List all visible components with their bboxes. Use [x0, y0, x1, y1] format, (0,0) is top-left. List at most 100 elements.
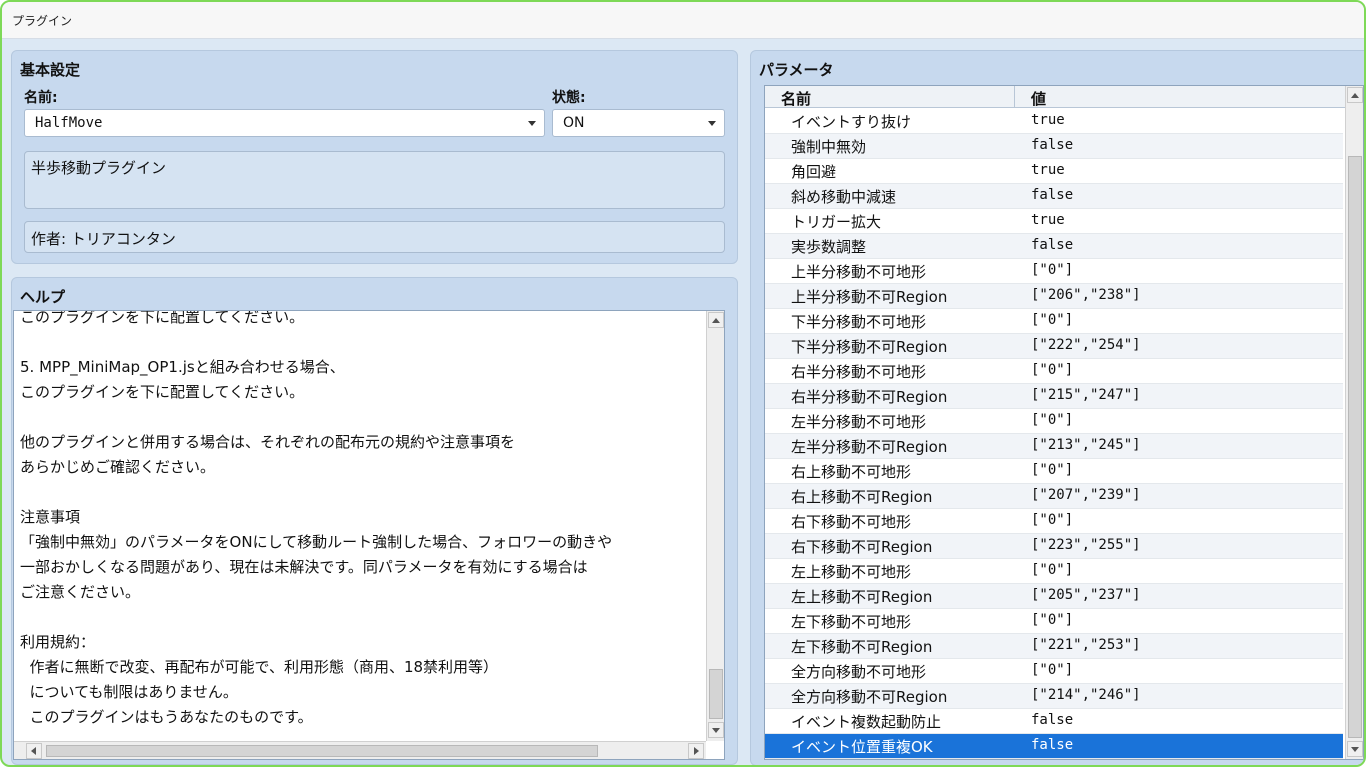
table-row[interactable]: 上半分移動不可地形 ["0"] — [765, 259, 1343, 284]
param-name: 全方向移動不可Region — [791, 688, 948, 706]
table-row[interactable]: イベント複数起動防止 false — [765, 709, 1343, 734]
arrow-left-icon — [31, 747, 36, 755]
param-name: 実歩数調整 — [791, 238, 867, 256]
arrow-up-icon — [712, 318, 720, 323]
scroll-up-button[interactable] — [708, 312, 724, 328]
help-line: あらかじめご確認ください。 — [20, 458, 216, 476]
table-row[interactable]: 左下移動不可地形 ["0"] — [765, 609, 1343, 634]
plugin-name-select[interactable]: HalfMove — [24, 109, 545, 137]
help-line: このプラグインを下に配置してください。 — [20, 383, 305, 401]
table-row[interactable]: 全方向移動不可Region ["214","246"] — [765, 684, 1343, 709]
window-title: プラグイン — [12, 14, 73, 28]
help-text-area[interactable]: このプラグインを下に配置してください。 5. MPP_MiniMap_OP1.js… — [13, 310, 725, 760]
help-line: 利用規約： — [20, 633, 96, 651]
help-hscroll-thumb[interactable] — [46, 745, 598, 757]
help-vertical-scrollbar[interactable] — [706, 311, 724, 741]
param-name: 右上移動不可地形 — [791, 463, 912, 481]
table-row[interactable]: 左上移動不可Region ["205","237"] — [765, 584, 1343, 609]
status-label: 状態: — [552, 90, 586, 106]
param-value: false — [1031, 712, 1074, 728]
scroll-down-button[interactable] — [708, 722, 724, 738]
scroll-down-button[interactable] — [1347, 741, 1363, 757]
param-value: ["0"] — [1031, 312, 1074, 328]
help-scroll-thumb[interactable] — [709, 669, 723, 719]
param-value: ["213","245"] — [1031, 437, 1141, 453]
table-row[interactable]: 強制中無効 false — [765, 134, 1343, 159]
scroll-right-button[interactable] — [688, 743, 704, 759]
param-name: 上半分移動不可地形 — [791, 263, 927, 281]
param-name: 上半分移動不可Region — [791, 288, 948, 306]
arrow-down-icon — [1351, 747, 1359, 752]
scroll-up-button[interactable] — [1347, 87, 1363, 103]
param-value: ["207","239"] — [1031, 487, 1141, 503]
param-value: ["0"] — [1031, 412, 1074, 428]
table-row[interactable]: 右上移動不可地形 ["0"] — [765, 459, 1343, 484]
help-line: 作者に無断で改変、再配布が可能で、利用形態（商用、18禁利用等） — [20, 658, 499, 676]
help-line — [20, 405, 692, 430]
table-row[interactable]: 左上移動不可地形 ["0"] — [765, 559, 1343, 584]
params-scroll-thumb[interactable] — [1348, 156, 1362, 738]
table-row[interactable]: 上半分移動不可Region ["206","238"] — [765, 284, 1343, 309]
param-name: 全方向移動不可地形 — [791, 663, 927, 681]
param-name: 左下移動不可Region — [791, 638, 933, 656]
param-name: イベントすり抜け — [791, 113, 912, 131]
param-value: ["214","246"] — [1031, 687, 1141, 703]
column-header-value[interactable]: 値 — [1031, 88, 1046, 109]
status-select[interactable]: ON — [552, 109, 725, 137]
table-row[interactable]: 角回避 true — [765, 159, 1343, 184]
table-row[interactable]: 右下移動不可地形 ["0"] — [765, 509, 1343, 534]
plugin-name-value: HalfMove — [35, 115, 103, 131]
table-row[interactable]: 下半分移動不可Region ["222","254"] — [765, 334, 1343, 359]
params-vertical-scrollbar[interactable] — [1345, 86, 1363, 759]
table-row[interactable]: 実歩数調整 false — [765, 234, 1343, 259]
table-row[interactable]: 全方向移動不可地形 ["0"] — [765, 659, 1343, 684]
help-line: 「強制中無効」のパラメータをONにして移動ルート強制した場合、フォロワーの動きや — [20, 533, 613, 551]
param-value: true — [1031, 112, 1065, 128]
help-line: についても制限はありません。 — [20, 683, 238, 701]
basic-settings-title: 基本設定 — [20, 61, 81, 79]
chevron-down-icon — [708, 121, 716, 126]
help-line: 注意事項 — [20, 508, 81, 526]
help-line: このプラグインを下に配置してください。 — [20, 310, 305, 326]
help-horizontal-scrollbar[interactable] — [14, 741, 706, 759]
scroll-left-button[interactable] — [26, 743, 42, 759]
param-value: false — [1031, 137, 1074, 153]
parameters-table[interactable]: 名前 値 イベントすり抜け true 強制中無効 false 角回避 true 斜め移動中減… — [764, 85, 1364, 760]
param-value: false — [1031, 237, 1074, 253]
status-value: ON — [563, 115, 585, 131]
param-name: 右半分移動不可Region — [791, 388, 948, 406]
param-name: イベント位置重複OK — [791, 738, 933, 756]
name-label: 名前: — [24, 90, 58, 106]
param-value: ["0"] — [1031, 262, 1074, 278]
help-line — [20, 480, 692, 505]
param-name: 右下移動不可Region — [791, 538, 933, 556]
table-row[interactable]: イベントすり抜け true — [765, 109, 1343, 134]
param-value: ["0"] — [1031, 612, 1074, 628]
table-header: 名前 値 — [765, 86, 1345, 108]
param-name: 右上移動不可Region — [791, 488, 933, 506]
table-row[interactable]: 斜め移動中減速 false — [765, 184, 1343, 209]
help-line — [20, 605, 692, 630]
table-row[interactable]: 左半分移動不可地形 ["0"] — [765, 409, 1343, 434]
table-row[interactable]: トリガー拡大 true — [765, 209, 1343, 234]
param-name: 左上移動不可地形 — [791, 563, 912, 581]
help-line: 他のプラグインと併用する場合は、それぞれの配布元の規約や注意事項を — [20, 433, 516, 451]
table-row[interactable]: イベント位置重複OK false — [765, 734, 1343, 759]
table-row[interactable]: 右半分移動不可地形 ["0"] — [765, 359, 1343, 384]
table-row[interactable]: 右下移動不可Region ["223","255"] — [765, 534, 1343, 559]
param-name: トリガー拡大 — [791, 213, 882, 231]
table-row[interactable]: 下半分移動不可地形 ["0"] — [765, 309, 1343, 334]
column-header-name[interactable]: 名前 — [781, 88, 811, 109]
table-row[interactable]: 左半分移動不可Region ["213","245"] — [765, 434, 1343, 459]
help-line: 一部おかしくなる問題があり、現在は未解決です。同パラメータを有効にする場合は — [20, 558, 588, 576]
param-value: ["0"] — [1031, 462, 1074, 478]
param-value: ["205","237"] — [1031, 587, 1141, 603]
param-name: 左半分移動不可地形 — [791, 413, 927, 431]
chevron-down-icon — [528, 121, 536, 126]
table-row[interactable]: 右上移動不可Region ["207","239"] — [765, 484, 1343, 509]
table-row[interactable]: 左下移動不可Region ["221","253"] — [765, 634, 1343, 659]
param-value: ["0"] — [1031, 662, 1074, 678]
table-row[interactable]: 右半分移動不可Region ["215","247"] — [765, 384, 1343, 409]
help-line: ご注意ください。 — [20, 583, 141, 601]
param-name: 左下移動不可地形 — [791, 613, 912, 631]
